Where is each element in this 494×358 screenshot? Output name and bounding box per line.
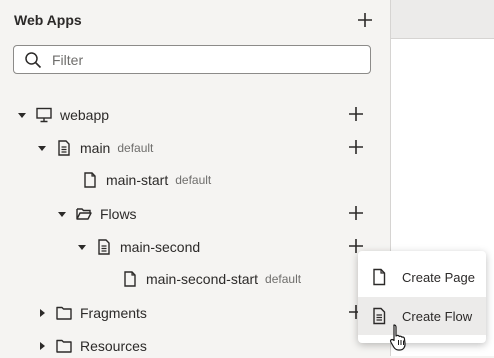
caret-down-icon[interactable] (34, 140, 50, 156)
hand-pointer-cursor-icon (389, 323, 409, 358)
search-icon (24, 51, 42, 74)
tree-label-main[interactable]: main (80, 140, 110, 156)
folder-icon (54, 336, 74, 356)
caret-right-icon[interactable] (34, 338, 50, 354)
filter-input[interactable] (52, 50, 352, 70)
tree-label-flows[interactable]: Flows (100, 206, 137, 222)
flow-icon (372, 307, 388, 325)
context-menu: Create Page Create Flow (358, 251, 486, 343)
tree-item-main-start[interactable]: main-start default (76, 168, 211, 192)
add-to-main-plus-icon[interactable] (347, 138, 365, 156)
caret-down-icon[interactable] (14, 107, 30, 123)
web-apps-panel: Web Apps webapp main default (0, 0, 390, 356)
panel-title: Web Apps (14, 12, 82, 28)
folder-icon (54, 303, 74, 323)
tree-item-main[interactable]: main default (34, 136, 153, 160)
default-tag: default (175, 173, 212, 187)
tree-label-main-second-start[interactable]: main-second-start (146, 271, 258, 287)
editor-tab-bar (391, 0, 494, 39)
add-to-flows-plus-icon[interactable] (347, 204, 365, 222)
default-tag: default (117, 141, 154, 155)
tree-label-resources[interactable]: Resources (80, 338, 147, 354)
create-page-label: Create Page (402, 269, 475, 285)
monitor-icon (34, 105, 54, 125)
tree-label-fragments[interactable]: Fragments (80, 305, 147, 321)
filter-field[interactable] (13, 45, 371, 74)
tree-label-main-start[interactable]: main-start (106, 172, 168, 188)
add-web-app-plus-icon[interactable] (356, 11, 374, 29)
tree-item-main-second-start[interactable]: main-second-start default (116, 267, 301, 291)
add-to-webapp-plus-icon[interactable] (347, 105, 365, 123)
default-tag: default (265, 272, 302, 286)
caret-down-icon[interactable] (74, 239, 90, 255)
page-icon (80, 170, 100, 190)
page-icon (372, 268, 388, 286)
folder-open-icon (74, 204, 94, 224)
create-flow-label: Create Flow (402, 308, 473, 324)
tree-item-main-second[interactable]: main-second (74, 235, 200, 259)
flow-icon (94, 237, 114, 257)
create-flow-menu-item[interactable]: Create Flow (358, 297, 486, 335)
flow-icon (54, 138, 74, 158)
create-page-menu-item[interactable]: Create Page (358, 258, 486, 296)
tree-item-resources[interactable]: Resources (34, 334, 147, 358)
tree-label-webapp[interactable]: webapp (60, 107, 109, 123)
tree-label-main-second[interactable]: main-second (120, 239, 200, 255)
page-icon (120, 269, 140, 289)
caret-right-icon[interactable] (34, 305, 50, 321)
tree-item-fragments[interactable]: Fragments (34, 301, 147, 325)
tree-item-flows[interactable]: Flows (54, 202, 137, 226)
tree-item-webapp[interactable]: webapp (14, 103, 109, 127)
caret-down-icon[interactable] (54, 206, 70, 222)
